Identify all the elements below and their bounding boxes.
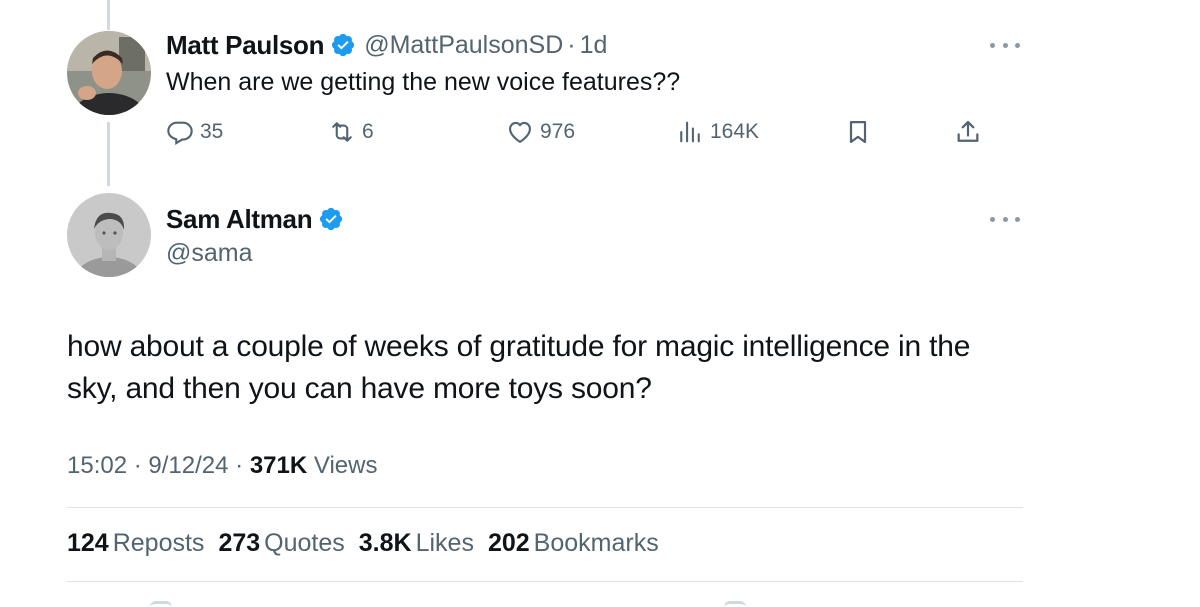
likes-stat[interactable]: 3.8K Likes: [359, 529, 474, 558]
main-tweet-text: how about a couple of weeks of gratitude…: [67, 330, 971, 405]
main-author-row: Sam Altman: [166, 202, 344, 236]
divider: [67, 581, 1023, 582]
engagement-stats: 124 Reposts 273 Quotes 3.8K Likes 202 Bookma…: [67, 529, 673, 558]
stat-number: 273: [218, 529, 261, 557]
thread-connector-line: [107, 122, 110, 186]
dot-separator: ·: [235, 452, 244, 479]
divider: [67, 507, 1023, 508]
views-label: Views: [313, 452, 378, 479]
stat-label: Reposts: [112, 529, 205, 557]
view-count: 164K: [710, 120, 760, 143]
reply-icon-partial[interactable]: [150, 601, 172, 607]
dot-separator: ·: [133, 452, 142, 479]
reply-tweet-text: When are we getting the new voice featur…: [166, 68, 681, 96]
reply-author-row: Matt Paulson @MattPaulsonSD · 1d: [166, 28, 607, 62]
like-count: 976: [540, 120, 576, 143]
reply-count: 35: [200, 120, 224, 143]
bookmark-button[interactable]: [844, 116, 872, 148]
like-icon: [509, 121, 531, 143]
stat-number: 124: [67, 529, 109, 557]
thread-connector-line: [107, 0, 110, 30]
tweet-time[interactable]: 15:02: [67, 452, 127, 479]
tweet-date[interactable]: 9/12/24: [148, 452, 228, 479]
reply-author-name[interactable]: Matt Paulson: [166, 30, 325, 61]
dot-separator: ·: [567, 30, 576, 59]
reply-age[interactable]: 1d: [580, 31, 608, 60]
matt-paulson-avatar[interactable]: [67, 31, 151, 115]
stat-number: 3.8K: [358, 529, 412, 557]
tweet-meta: 15:02 · 9/12/24 · 371K Views: [67, 452, 377, 480]
bookmark-icon-partial[interactable]: [724, 601, 746, 607]
stat-label: Quotes: [264, 529, 345, 557]
bookmarks-stat[interactable]: 202 Bookmarks: [488, 529, 659, 558]
stat-number: 202: [487, 529, 530, 557]
reply-icon: [167, 121, 193, 145]
main-author-name[interactable]: Sam Altman: [166, 204, 313, 235]
tweet-thread: Matt Paulson @MattPaulsonSD · 1d When ar…: [0, 0, 1200, 607]
verified-badge-icon: [318, 206, 344, 232]
main-author-handle[interactable]: @sama: [166, 239, 253, 268]
reply-author-handle[interactable]: @MattPaulsonSD: [364, 31, 563, 60]
stat-label: Likes: [415, 529, 474, 557]
sam-altman-avatar[interactable]: [67, 193, 151, 277]
reposts-stat[interactable]: 124 Reposts: [67, 529, 204, 558]
share-icon: [957, 120, 979, 142]
quotes-stat[interactable]: 273 Quotes: [218, 529, 344, 558]
more-options-icon[interactable]: [990, 209, 1020, 229]
verified-badge-icon: [330, 32, 356, 58]
views-button[interactable]: 164K: [676, 116, 759, 148]
like-button[interactable]: 976: [506, 116, 575, 148]
repost-count: 6: [362, 120, 374, 143]
more-options-icon[interactable]: [990, 35, 1020, 55]
stat-label: Bookmarks: [533, 529, 659, 557]
reply-button[interactable]: 35: [166, 116, 223, 148]
views-icon: [680, 121, 700, 143]
repost-button[interactable]: 6: [328, 116, 374, 148]
share-button[interactable]: [954, 116, 982, 148]
repost-icon: [332, 122, 352, 142]
bookmark-icon: [849, 120, 867, 144]
views-count: 371K: [249, 452, 308, 479]
